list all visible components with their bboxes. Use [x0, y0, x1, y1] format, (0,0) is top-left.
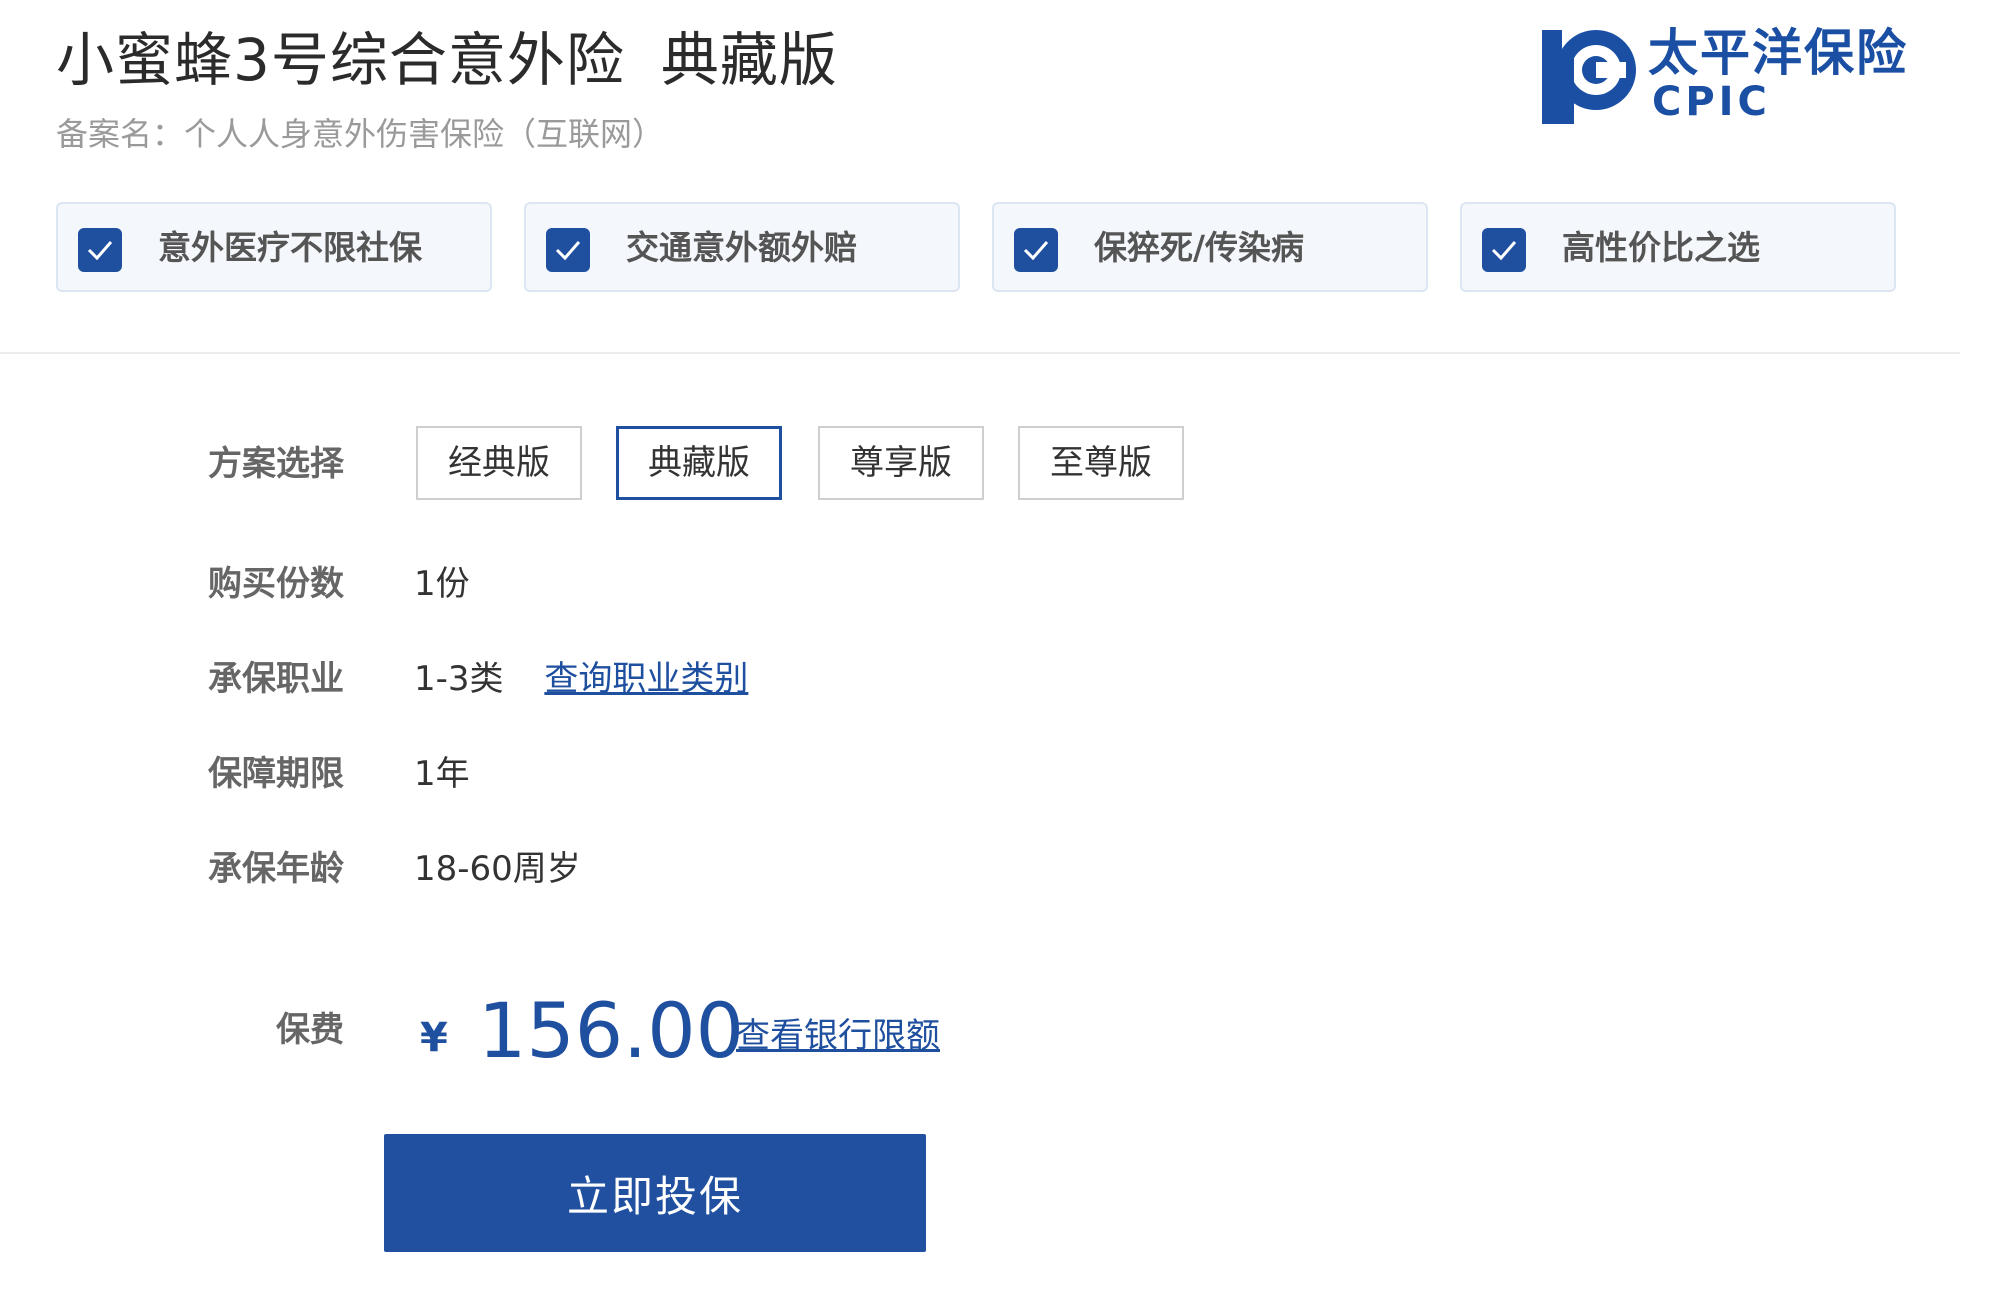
bank-limit-link[interactable]: 查看银行限额: [736, 1012, 940, 1060]
checkbox-checked-icon: [1014, 228, 1058, 272]
cpic-logo-icon: [1542, 30, 1636, 124]
logo-name-en: CPIC: [1652, 79, 1771, 125]
checkbox-checked-icon: [1482, 228, 1526, 272]
feature-label: 保猝死/传染病: [1094, 228, 1305, 267]
logo-name-cn: 太平洋保险: [1648, 24, 1908, 82]
product-name: 小蜜蜂3号综合意外险: [56, 26, 625, 94]
buy-now-button[interactable]: 立即投保: [384, 1134, 926, 1252]
occupation-value: 1-3类: [414, 659, 504, 699]
checkbox-checked-icon: [546, 228, 590, 272]
divider: [0, 352, 1960, 354]
premium-amount: 156.00: [478, 986, 744, 1075]
occupation-lookup-link[interactable]: 查询职业类别: [544, 659, 748, 699]
product-title: 小蜜蜂3号综合意外险 典藏版: [56, 20, 838, 100]
age-value: 18-60周岁: [414, 849, 581, 889]
plan-label: 方案选择: [208, 444, 344, 484]
feature-badge: 保猝死/传染病: [992, 202, 1428, 292]
plan-option-collector[interactable]: 典藏版: [616, 426, 782, 500]
quantity-value: 1份: [414, 564, 470, 604]
term-label: 保障期限: [208, 754, 344, 794]
plan-option-supreme[interactable]: 至尊版: [1018, 426, 1184, 500]
quantity-label: 购买份数: [208, 564, 344, 604]
feature-badge: 高性价比之选: [1460, 202, 1896, 292]
occupation-label: 承保职业: [208, 659, 344, 699]
currency-symbol: ¥: [420, 1015, 448, 1061]
plan-option-premium[interactable]: 尊享版: [818, 426, 984, 500]
product-edition: 典藏版: [660, 26, 838, 94]
checkbox-checked-icon: [78, 228, 122, 272]
plan-option-classic[interactable]: 经典版: [416, 426, 582, 500]
feature-label: 交通意外额外赔: [626, 228, 857, 267]
cpic-logo: 太平洋保险 CPIC: [1540, 22, 1920, 128]
age-label: 承保年龄: [208, 849, 344, 889]
filing-name: 备案名：个人人身意外伤害保险（互联网）: [56, 115, 665, 153]
feature-badge: 交通意外额外赔: [524, 202, 960, 292]
feature-label: 意外医疗不限社保: [158, 228, 422, 267]
feature-badge: 意外医疗不限社保: [56, 202, 492, 292]
feature-label: 高性价比之选: [1562, 228, 1760, 267]
term-value: 1年: [414, 754, 470, 794]
premium-label: 保费: [276, 1010, 344, 1050]
occupation-row: 1-3类 查询职业类别: [414, 655, 748, 703]
